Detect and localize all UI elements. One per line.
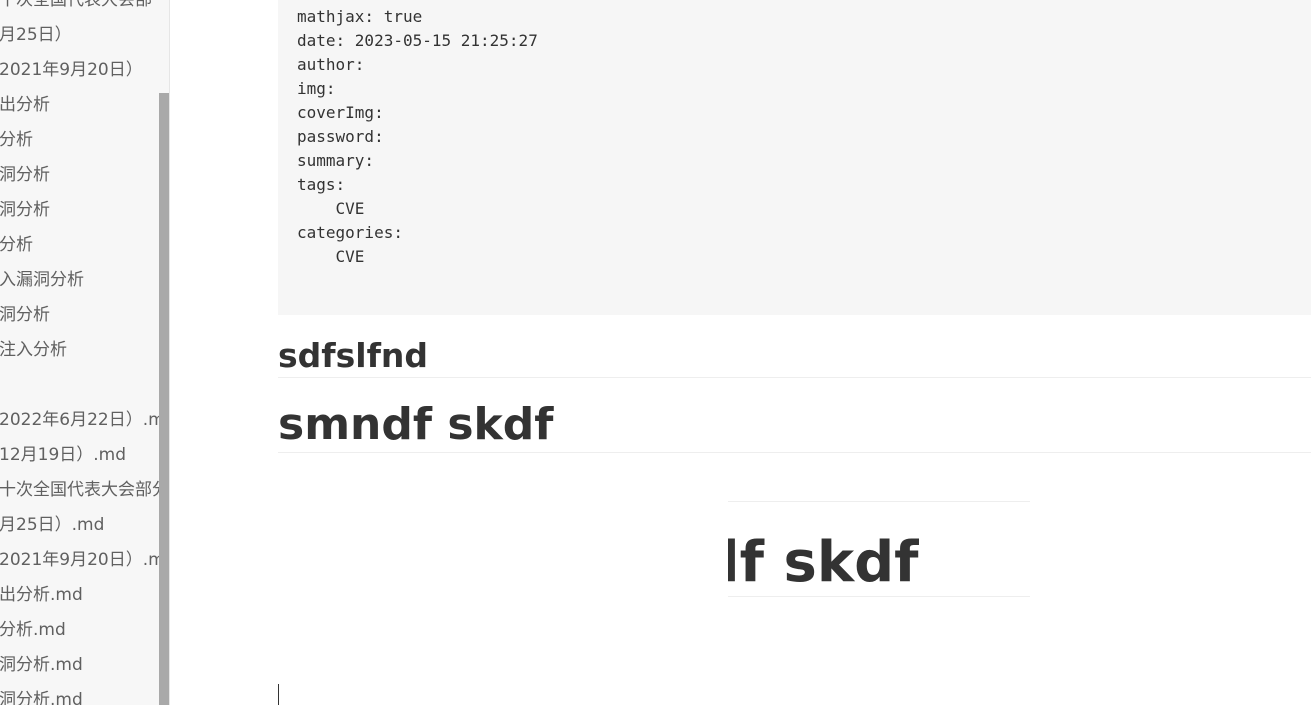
code-line: coverImg: bbox=[297, 103, 384, 122]
sidebar-scrollbar-thumb[interactable] bbox=[159, 93, 169, 705]
code-line: summary: bbox=[297, 151, 375, 170]
text-cursor bbox=[278, 684, 279, 705]
file-item[interactable]: 洞分析 bbox=[0, 298, 169, 333]
code-line: date: 2023-05-15 21:25:27 bbox=[297, 31, 538, 50]
file-item[interactable]: 洞分析.md bbox=[0, 648, 169, 683]
front-matter-code-block[interactable]: mathjax: true date: 2023-05-15 21:25:27 … bbox=[278, 0, 1311, 315]
code-line: mathjax: true bbox=[297, 7, 423, 26]
file-item[interactable]: 2021年9月20日） bbox=[0, 53, 169, 88]
file-sidebar: 十次全国代表大会部 月25日） 2021年9月20日） 出分析 分析 洞分析 洞… bbox=[0, 0, 170, 705]
file-item[interactable]: 月25日）.md bbox=[0, 508, 169, 543]
preview-heading-1: smndf skdf bbox=[728, 530, 1030, 597]
file-item[interactable]: 十次全国代表大会部 bbox=[0, 0, 169, 18]
file-item[interactable]: 月25日） bbox=[0, 18, 169, 53]
preview-heading-2: sdfslfnd bbox=[728, 460, 1030, 502]
file-item[interactable]: 出分析.md bbox=[0, 578, 169, 613]
file-item[interactable]: 分析.md bbox=[0, 613, 169, 648]
file-item[interactable]: 分析 bbox=[0, 123, 169, 158]
file-item[interactable]: 洞分析.md bbox=[0, 683, 169, 705]
heading-2[interactable]: sdfslfnd bbox=[278, 334, 1311, 378]
code-line: categories: bbox=[297, 223, 403, 242]
file-item[interactable]: 注入分析 bbox=[0, 333, 169, 368]
heading-1[interactable]: smndf skdf bbox=[278, 398, 1311, 453]
file-item[interactable]: 出分析 bbox=[0, 88, 169, 123]
file-item[interactable]: 洞分析 bbox=[0, 193, 169, 228]
code-line: CVE bbox=[297, 247, 365, 266]
code-line: tags: bbox=[297, 175, 346, 194]
file-item[interactable]: 12月19日）.md bbox=[0, 438, 169, 473]
file-item[interactable]: 十次全国代表大会部分 bbox=[0, 473, 169, 508]
file-item[interactable]: 2022年6月22日）.md bbox=[0, 403, 169, 438]
file-list: 十次全国代表大会部 月25日） 2021年9月20日） 出分析 分析 洞分析 洞… bbox=[0, 0, 169, 705]
file-item[interactable]: 入漏洞分析 bbox=[0, 263, 169, 298]
file-item[interactable]: 分析 bbox=[0, 228, 169, 263]
code-line: password: bbox=[297, 127, 384, 146]
drag-preview-image: sdfslfnd smndf skdf bbox=[728, 460, 1030, 597]
file-list-spacer bbox=[0, 368, 169, 403]
code-line: author: bbox=[297, 55, 365, 74]
file-item[interactable]: 洞分析 bbox=[0, 158, 169, 193]
code-line: img: bbox=[297, 79, 336, 98]
code-line: CVE bbox=[297, 199, 365, 218]
file-item[interactable]: 2021年9月20日）.md bbox=[0, 543, 169, 578]
